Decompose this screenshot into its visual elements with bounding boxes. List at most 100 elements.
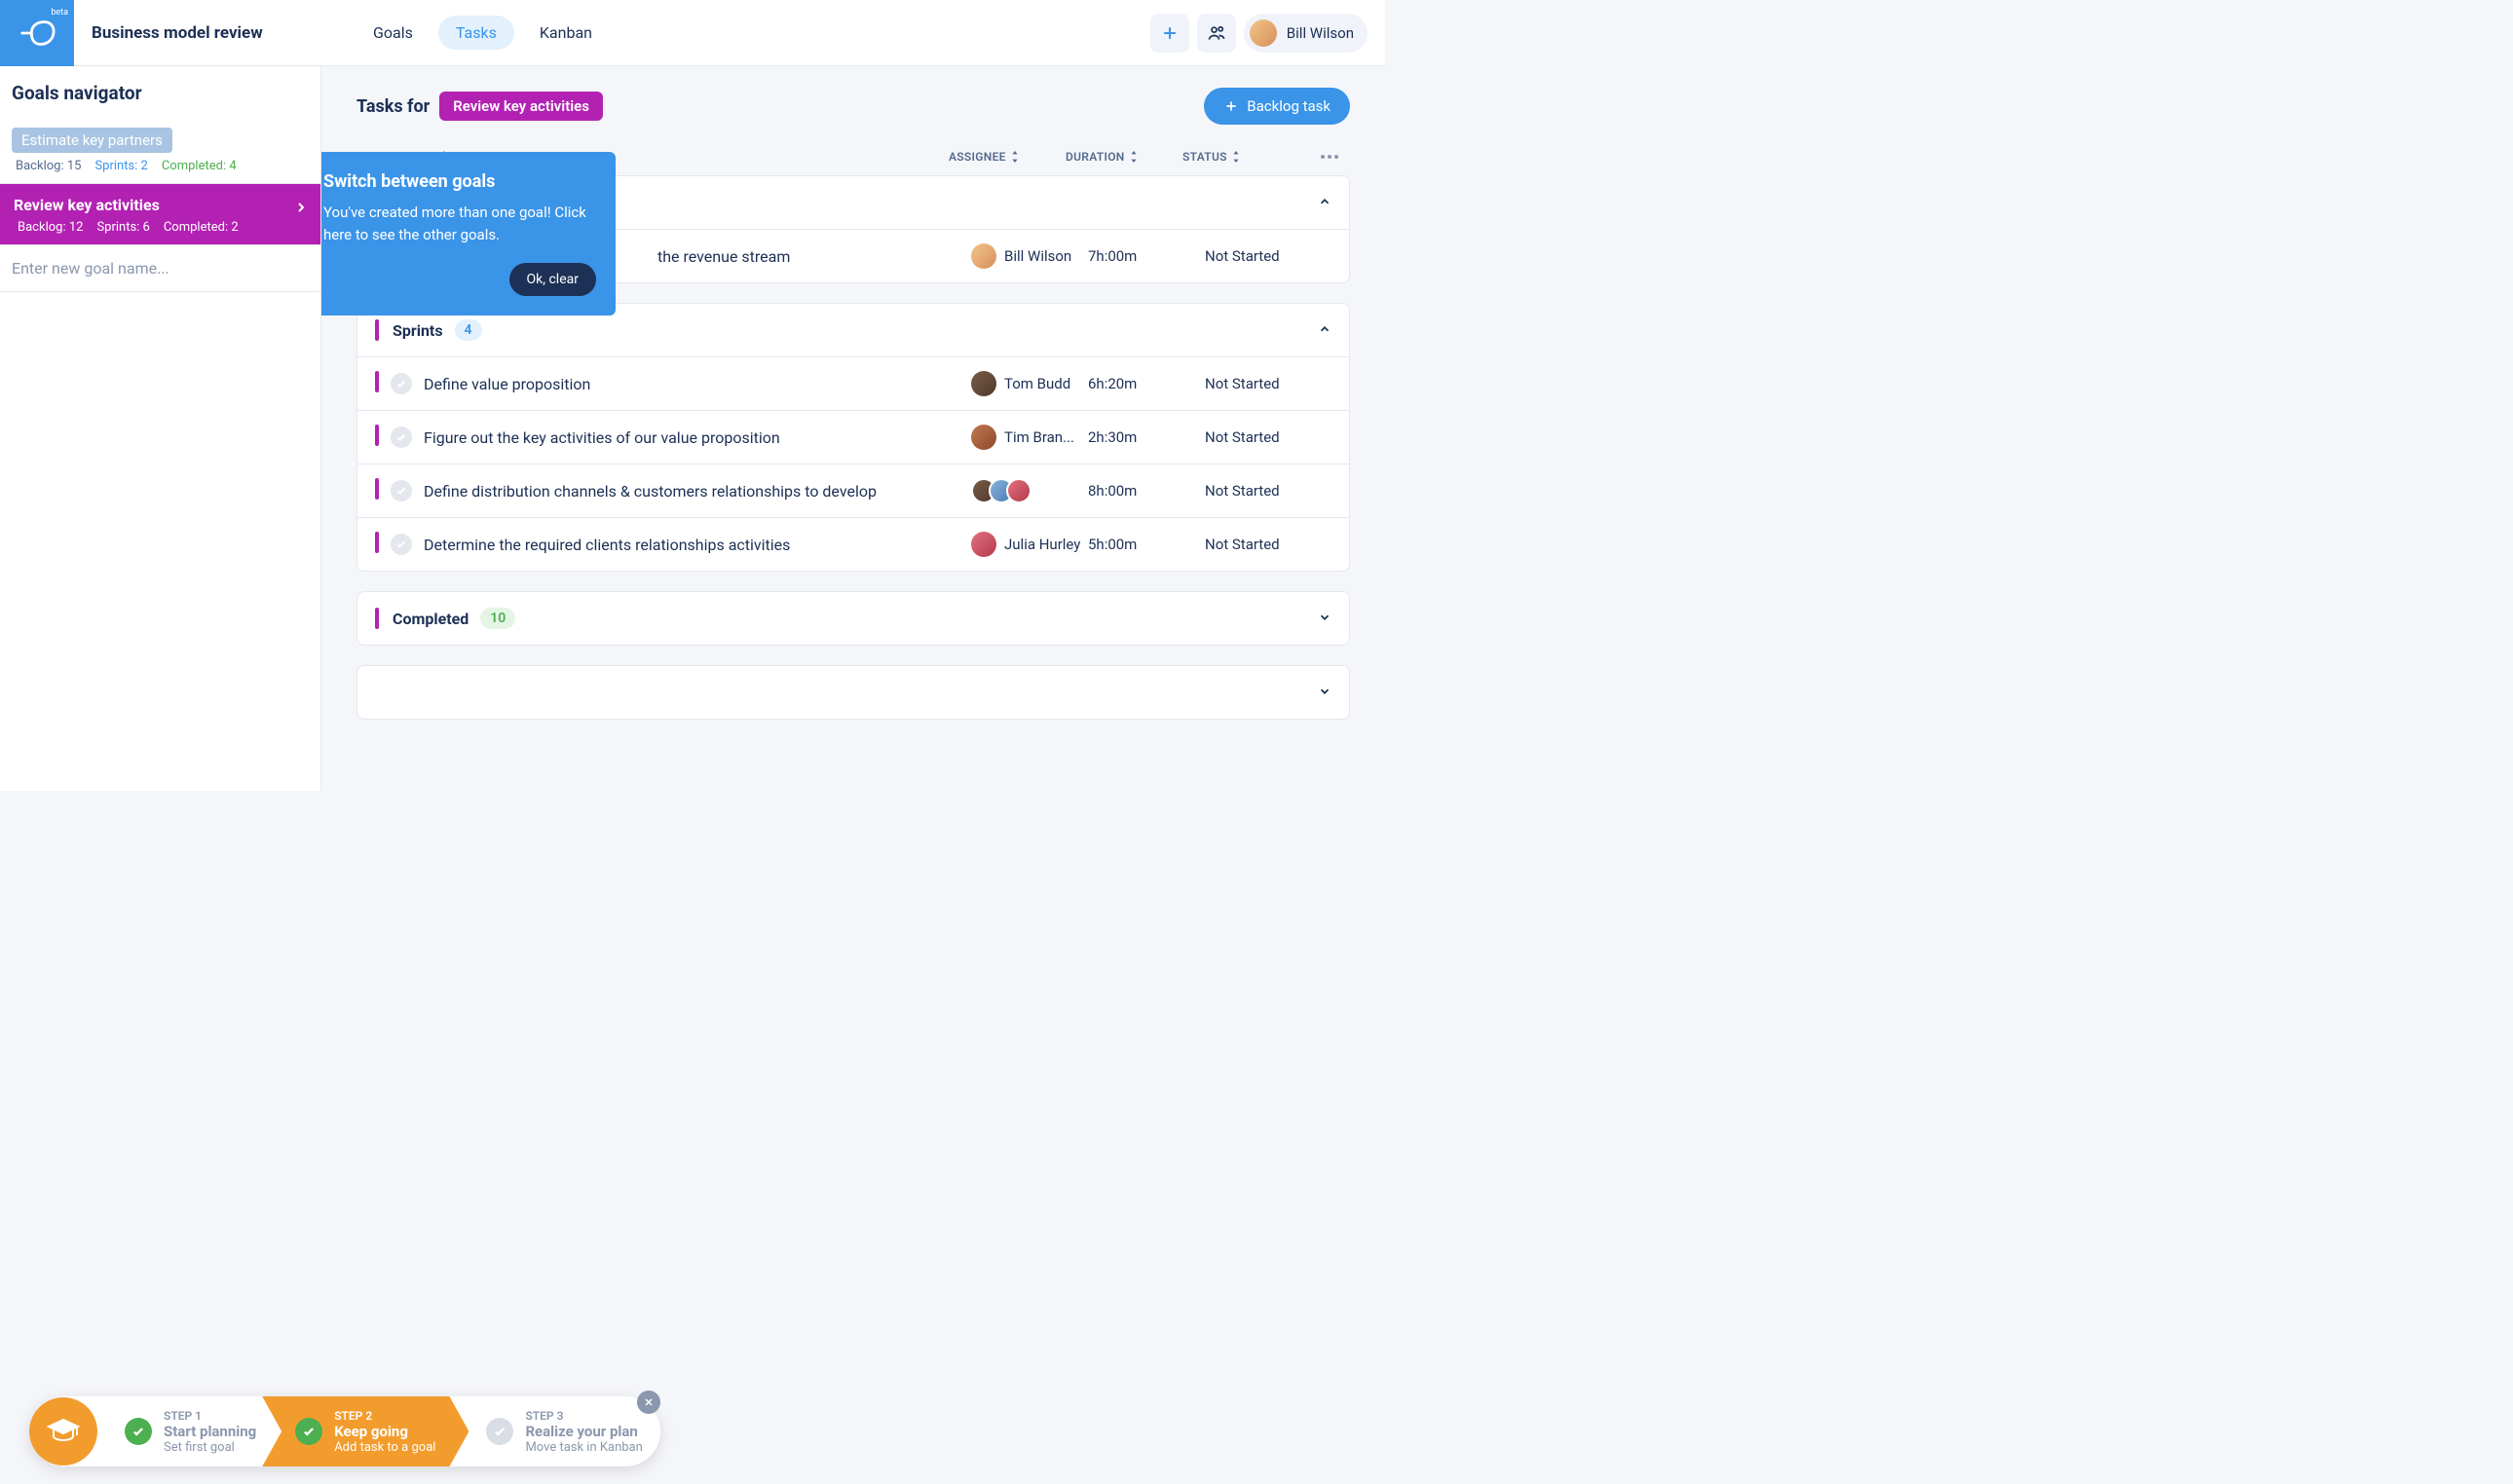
task-check[interactable] xyxy=(391,480,412,501)
task-assignee: Tom Budd xyxy=(971,371,1088,396)
task-name: Define value proposition xyxy=(424,375,971,393)
avatar xyxy=(971,243,996,269)
goal-item-active[interactable]: Review key activities Backlog: 12 Sprint… xyxy=(0,183,320,245)
main-content: Switch between goals You've created more… xyxy=(321,66,1385,791)
step-title: Start planning xyxy=(164,1423,256,1440)
step-check-done xyxy=(295,1418,322,1445)
onboarding-step-2[interactable]: STEP 2 Keep going Add task to a goal xyxy=(262,1396,469,1466)
onboarding-tooltip: Switch between goals You've created more… xyxy=(321,152,616,315)
goal-stats: Backlog: 15 Sprints: 2 Completed: 4 xyxy=(12,159,309,173)
onboarding-step-1[interactable]: STEP 1 Start planning Set first goal xyxy=(107,1396,274,1466)
column-duration[interactable]: DURATION xyxy=(1066,150,1182,164)
section-header[interactable] xyxy=(357,666,1349,719)
goal-name: Review key activities xyxy=(14,196,309,214)
graduation-icon[interactable] xyxy=(29,1397,97,1465)
step-label: STEP 2 xyxy=(334,1409,435,1423)
goal-stats: Backlog: 12 Sprints: 6 Completed: 2 xyxy=(14,220,309,235)
tab-tasks[interactable]: Tasks xyxy=(438,16,514,50)
user-name: Bill Wilson xyxy=(1287,24,1354,42)
close-onboarding-button[interactable] xyxy=(637,1391,660,1414)
stat-backlog: Backlog: 15 xyxy=(16,159,81,173)
step-sub: Set first goal xyxy=(164,1440,256,1455)
task-row[interactable]: Determine the required clients relations… xyxy=(357,517,1349,571)
multi-avatar xyxy=(971,478,1024,503)
sort-icon xyxy=(1231,151,1241,163)
header-actions: Bill Wilson xyxy=(1150,14,1385,53)
step-check-pending xyxy=(486,1418,513,1445)
close-icon xyxy=(643,1396,655,1408)
tab-goals[interactable]: Goals xyxy=(356,16,431,50)
task-duration: 8h:00m xyxy=(1088,482,1205,500)
plus-icon xyxy=(1160,23,1180,43)
step-title: Keep going xyxy=(334,1423,435,1440)
section-collapsed xyxy=(356,665,1350,720)
column-status[interactable]: STATUS xyxy=(1182,150,1309,164)
task-status: Not Started xyxy=(1205,375,1332,392)
section-header[interactable]: Completed 10 xyxy=(357,592,1349,645)
goal-name: Estimate key partners xyxy=(12,128,172,153)
column-assignee[interactable]: ASSIGNEE xyxy=(949,150,1066,164)
task-accent-bar xyxy=(375,371,379,392)
backlog-task-label: Backlog task xyxy=(1247,97,1331,115)
step-check-done xyxy=(125,1418,152,1445)
check-icon xyxy=(493,1425,506,1438)
task-status: Not Started xyxy=(1205,482,1332,500)
onboarding-step-3[interactable]: STEP 3 Realize your plan Move task in Ka… xyxy=(469,1396,659,1466)
add-button[interactable] xyxy=(1150,14,1189,53)
sort-icon xyxy=(1129,151,1139,163)
stat-sprints: Sprints: 6 xyxy=(96,220,149,235)
avatar xyxy=(971,425,996,450)
task-duration: 6h:20m xyxy=(1088,375,1205,392)
task-row[interactable]: Define distribution channels & customers… xyxy=(357,464,1349,517)
task-accent-bar xyxy=(375,532,379,553)
app-header: beta Business model review Goals Tasks K… xyxy=(0,0,1385,66)
goal-item-inactive[interactable]: Estimate key partners Backlog: 15 Sprint… xyxy=(0,118,320,183)
avatar xyxy=(1250,19,1277,47)
avatar xyxy=(971,371,996,396)
check-icon xyxy=(131,1425,145,1438)
step-label: STEP 1 xyxy=(164,1409,256,1423)
task-row[interactable]: Define value proposition Tom Budd 6h:20m… xyxy=(357,356,1349,410)
avatar xyxy=(971,532,996,557)
section-title: Completed xyxy=(393,610,469,628)
task-status: Not Started xyxy=(1205,247,1332,265)
task-row[interactable]: Figure out the key activities of our val… xyxy=(357,410,1349,464)
beta-label: beta xyxy=(51,8,68,18)
tooltip-body: You've created more than one goal! Click… xyxy=(323,202,596,245)
task-duration: 2h:30m xyxy=(1088,428,1205,446)
section-accent-bar xyxy=(375,319,379,341)
new-goal-input[interactable]: Enter new goal name... xyxy=(0,245,320,292)
task-duration: 7h:00m xyxy=(1088,247,1205,265)
tasks-for-label: Tasks for xyxy=(356,96,430,117)
dots-icon xyxy=(1321,155,1338,159)
stat-sprints: Sprints: 2 xyxy=(94,159,147,173)
backlog-task-button[interactable]: Backlog task xyxy=(1204,88,1350,125)
section-completed: Completed 10 xyxy=(356,591,1350,646)
team-button[interactable] xyxy=(1197,14,1236,53)
column-menu[interactable] xyxy=(1309,150,1338,164)
app-logo[interactable]: beta xyxy=(0,0,74,66)
chevron-up-icon xyxy=(1318,321,1332,340)
stat-backlog: Backlog: 12 xyxy=(18,220,83,235)
task-assignee: Tim Bran... xyxy=(971,425,1088,450)
task-check[interactable] xyxy=(391,373,412,394)
task-check[interactable] xyxy=(391,427,412,448)
tab-kanban[interactable]: Kanban xyxy=(522,16,610,50)
tooltip-title: Switch between goals xyxy=(323,171,596,192)
task-name: Determine the required clients relations… xyxy=(424,536,971,554)
step-sub: Move task in Kanban xyxy=(525,1440,642,1455)
check-icon xyxy=(395,538,407,550)
main-header: Tasks for Review key activities Backlog … xyxy=(356,88,1350,125)
task-accent-bar xyxy=(375,478,379,500)
chevron-right-icon xyxy=(293,200,309,215)
task-assignee xyxy=(971,478,1088,503)
task-check[interactable] xyxy=(391,534,412,555)
count-badge: 4 xyxy=(455,319,482,341)
chevron-down-icon xyxy=(1318,610,1332,628)
check-icon xyxy=(302,1425,316,1438)
stat-completed: Completed: 2 xyxy=(164,220,239,235)
section-title: Sprints xyxy=(393,321,443,340)
chevron-up-icon xyxy=(1318,194,1332,212)
user-menu[interactable]: Bill Wilson xyxy=(1244,14,1368,53)
tooltip-dismiss-button[interactable]: Ok, clear xyxy=(509,263,596,296)
